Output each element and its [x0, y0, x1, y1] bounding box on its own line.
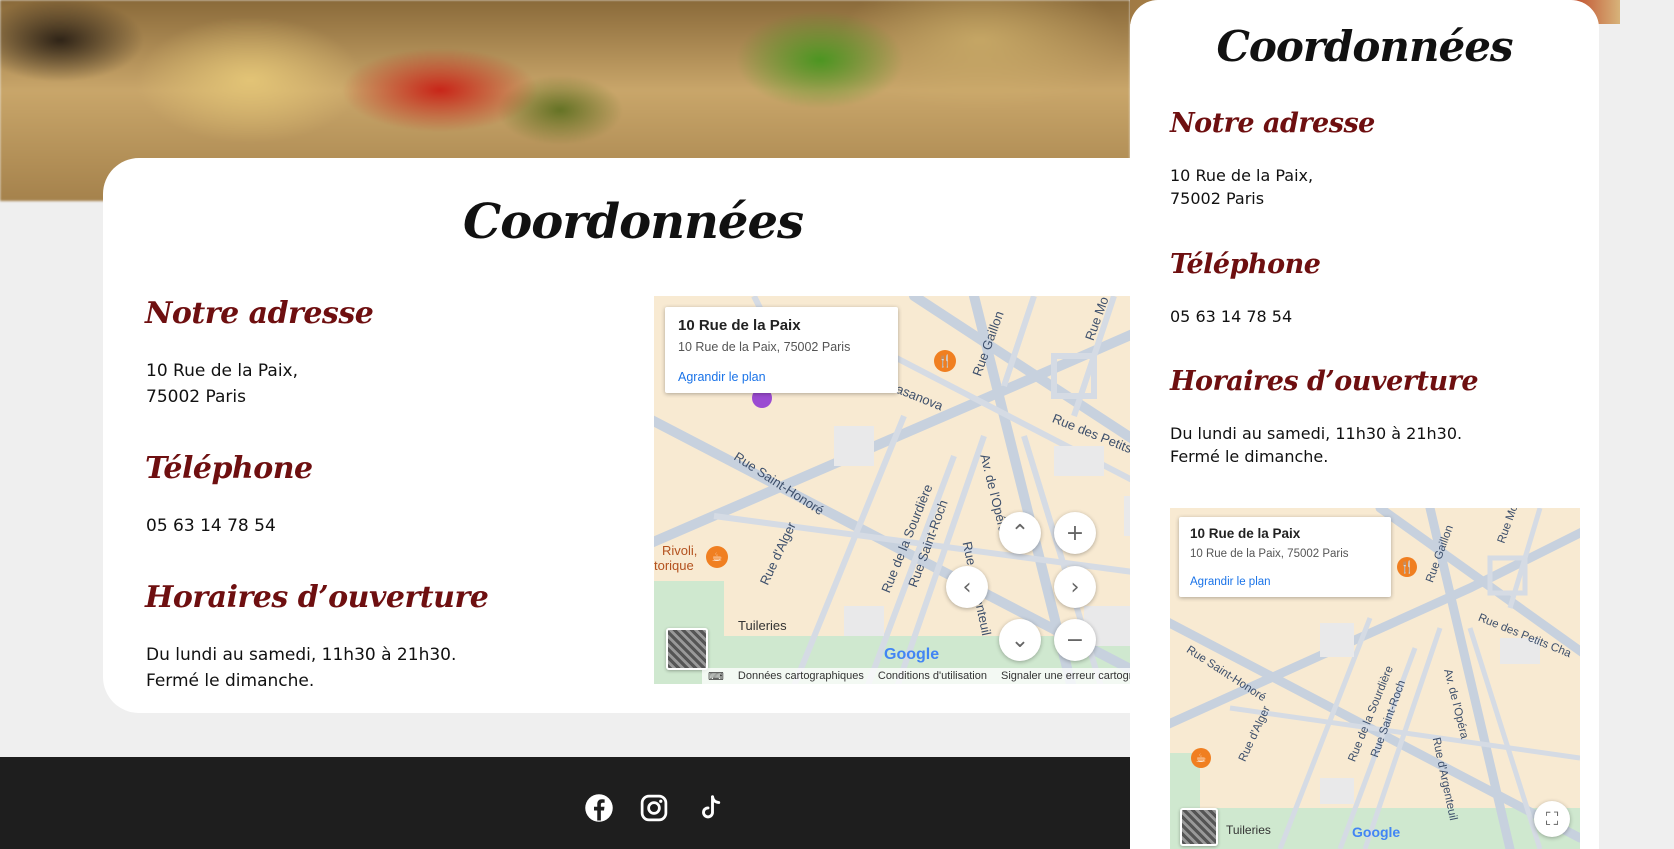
- pan-left-button[interactable]: ‹: [946, 566, 988, 608]
- pan-right-button[interactable]: ›: [1054, 566, 1096, 608]
- address-text: 10 Rue de la Paix, 75002 Paris: [146, 358, 298, 410]
- side-address-heading: Notre adresse: [1170, 108, 1375, 139]
- restaurant-poi-icon[interactable]: 🍴: [934, 350, 956, 372]
- keyboard-icon[interactable]: ⌨: [708, 670, 724, 683]
- side-cafe-poi-icon[interactable]: ☕: [1191, 748, 1211, 768]
- hours-line-1: Du lundi au samedi, 11h30 à 21h30.: [146, 645, 457, 665]
- address-line-2: 75002 Paris: [146, 387, 246, 407]
- address-line-1: 10 Rue de la Paix,: [146, 361, 299, 381]
- phone-number[interactable]: 05 63 14 78 54: [146, 513, 276, 539]
- terms-link[interactable]: Conditions d'utilisation: [878, 670, 987, 682]
- section-title: Coordonnées: [463, 194, 804, 250]
- report-error-link[interactable]: Signaler une erreur cartograp: [1001, 670, 1145, 682]
- google-map[interactable]: Rue Saint-Honoré Rue d'Alger Rue de la S…: [654, 296, 1163, 684]
- side-map-place-address: 10 Rue de la Paix, 75002 Paris: [1190, 548, 1349, 560]
- google-logo: Google: [884, 646, 940, 663]
- map-place-title: 10 Rue de la Paix: [678, 317, 801, 334]
- hours-text: Du lundi au samedi, 11h30 à 21h30. Fermé…: [146, 642, 456, 694]
- side-phone-number[interactable]: 05 63 14 78 54: [1170, 305, 1292, 328]
- side-map-place-card: 10 Rue de la Paix 10 Rue de la Paix, 750…: [1179, 517, 1391, 597]
- pan-down-button[interactable]: ⌄: [999, 619, 1041, 661]
- side-google-logo: Google: [1352, 824, 1401, 840]
- side-address-line-1: 10 Rue de la Paix,: [1170, 166, 1314, 185]
- map-place-address: 10 Rue de la Paix, 75002 Paris: [678, 340, 851, 354]
- side-phone-heading: Téléphone: [1170, 249, 1321, 280]
- footer: [0, 757, 1130, 849]
- side-hours-line-1: Du lundi au samedi, 11h30 à 21h30.: [1170, 424, 1463, 443]
- instagram-icon[interactable]: [639, 793, 669, 823]
- side-section-title: Coordonnées: [1216, 22, 1513, 71]
- zoom-in-button[interactable]: +: [1054, 512, 1096, 554]
- map-data-link[interactable]: Données cartographiques: [738, 670, 864, 682]
- satellite-toggle[interactable]: [666, 628, 708, 670]
- tiktok-icon[interactable]: [695, 793, 725, 823]
- hours-line-2: Fermé le dimanche.: [146, 671, 315, 691]
- place-label-tuileries: Tuileries: [738, 618, 787, 633]
- map-attribution-bar: ⌨ Données cartographiques Conditions d'u…: [702, 668, 1151, 684]
- side-restaurant-poi-icon[interactable]: 🍴: [1397, 557, 1417, 577]
- enlarge-map-link[interactable]: Agrandir le plan: [678, 370, 766, 384]
- fullscreen-button[interactable]: ⛶: [1534, 801, 1570, 837]
- contact-card: Coordonnées Notre adresse 10 Rue de la P…: [103, 158, 1163, 713]
- side-address-line-2: 75002 Paris: [1170, 189, 1265, 208]
- address-heading: Notre adresse: [145, 296, 374, 331]
- side-enlarge-map-link[interactable]: Agrandir le plan: [1190, 576, 1271, 588]
- side-hours-text: Du lundi au samedi, 11h30 à 21h30. Fermé…: [1170, 422, 1462, 468]
- side-google-map[interactable]: Rue Saint-Honoré Rue d'Alger Rue de la S…: [1170, 508, 1580, 849]
- side-satellite-toggle[interactable]: [1180, 808, 1218, 846]
- pan-up-button[interactable]: ⌃: [999, 512, 1041, 554]
- cafe-poi-icon[interactable]: ☕: [706, 546, 728, 568]
- side-map-place-title: 10 Rue de la Paix: [1190, 526, 1301, 541]
- side-hours-heading: Horaires d’ouverture: [1170, 366, 1479, 397]
- map-place-card: 10 Rue de la Paix 10 Rue de la Paix, 750…: [665, 307, 898, 393]
- hours-heading: Horaires d’ouverture: [145, 580, 489, 615]
- place-label-rivoli: Rivoli,: [662, 543, 698, 558]
- facebook-icon[interactable]: [584, 793, 614, 823]
- side-address-text: 10 Rue de la Paix, 75002 Paris: [1170, 164, 1313, 210]
- side-place-label-tuileries: Tuileries: [1226, 823, 1271, 837]
- zoom-out-button[interactable]: −: [1054, 619, 1096, 661]
- contact-side-panel: Coordonnées Notre adresse 10 Rue de la P…: [1130, 0, 1599, 849]
- phone-heading: Téléphone: [145, 451, 313, 486]
- place-label-historique: torique: [654, 558, 694, 573]
- side-hours-line-2: Fermé le dimanche.: [1170, 447, 1329, 466]
